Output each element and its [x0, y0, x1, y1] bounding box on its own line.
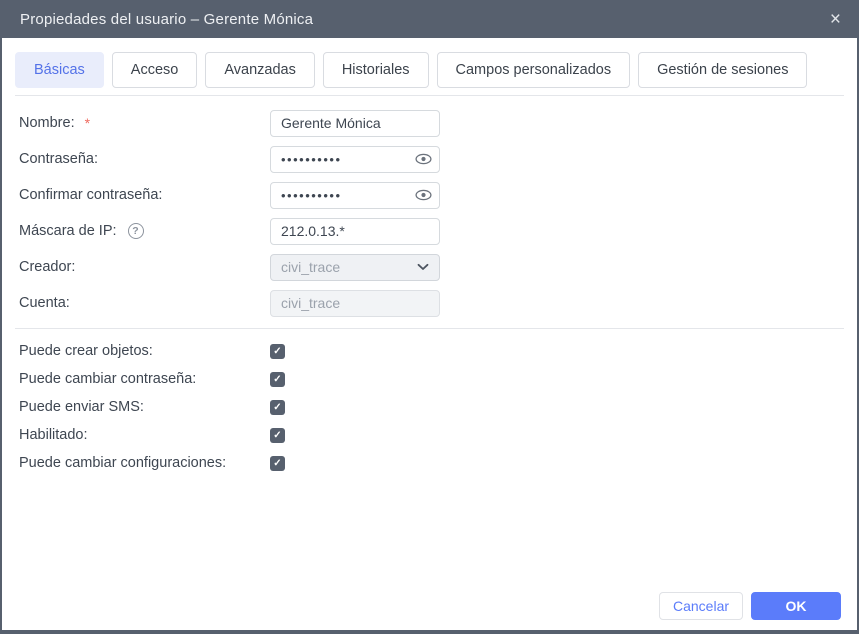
puede-cambiar-contrasena-label: Puede cambiar contraseña: [19, 371, 197, 387]
checkbox-row-puede-crear-objetos: Puede crear objetos: ✓ [19, 337, 840, 365]
checkbox-row-habilitado: Habilitado: ✓ [19, 421, 840, 449]
puede-crear-objetos-checkbox[interactable]: ✓ [270, 343, 285, 359]
field-row-contrasena: Contraseña: [19, 141, 840, 177]
tab-gestion-de-sesiones[interactable]: Gestión de sesiones [638, 52, 808, 88]
cuenta-input [270, 289, 440, 317]
cancel-button[interactable]: Cancelar [659, 592, 743, 620]
basic-form: Nombre: * Contraseña: Confirmar contras [2, 96, 857, 321]
user-properties-dialog: Propiedades del usuario – Gerente Mónica… [0, 0, 859, 634]
checkbox-row-puede-enviar-sms: Puede enviar SMS: ✓ [19, 393, 840, 421]
tab-avanzadas[interactable]: Avanzadas [205, 52, 315, 88]
field-row-confirmar-contrasena: Confirmar contraseña: [19, 177, 840, 213]
puede-enviar-sms-checkbox[interactable]: ✓ [270, 399, 285, 415]
tab-bar: Básicas Acceso Avanzadas Historiales Cam… [15, 52, 844, 88]
eye-icon[interactable] [414, 186, 432, 204]
tab-historiales[interactable]: Historiales [322, 52, 429, 88]
required-asterisk: * [84, 115, 91, 131]
mascara-ip-input[interactable] [270, 217, 440, 245]
puede-enviar-sms-label: Puede enviar SMS: [19, 399, 144, 415]
cuenta-label: Cuenta: [19, 295, 70, 311]
field-row-cuenta: Cuenta: [19, 285, 840, 321]
checkbox-row-puede-cambiar-configuraciones: Puede cambiar configuraciones: ✓ [19, 449, 840, 477]
puede-cambiar-contrasena-checkbox[interactable]: ✓ [270, 371, 285, 387]
chevron-down-icon [417, 263, 429, 271]
contrasena-label: Contraseña: [19, 151, 98, 167]
field-row-nombre: Nombre: * [19, 105, 840, 141]
puede-cambiar-configuraciones-checkbox[interactable]: ✓ [270, 455, 285, 471]
ok-button[interactable]: OK [751, 592, 841, 620]
eye-icon[interactable] [414, 150, 432, 168]
close-icon[interactable]: × [830, 10, 841, 29]
nombre-label: Nombre: * [19, 115, 91, 131]
checkbox-row-puede-cambiar-contrasena: Puede cambiar contraseña: ✓ [19, 365, 840, 393]
confirmar-contrasena-label: Confirmar contraseña: [19, 187, 163, 203]
nombre-input[interactable] [270, 109, 440, 137]
dialog-title: Propiedades del usuario – Gerente Mónica [20, 10, 314, 28]
tab-campos-personalizados[interactable]: Campos personalizados [436, 52, 631, 88]
permissions-section: Puede crear objetos: ✓ Puede cambiar con… [2, 329, 857, 477]
mascara-ip-label: Máscara de IP: ? [19, 223, 270, 239]
creador-selected-value: civi_trace [281, 259, 341, 275]
puede-crear-objetos-label: Puede crear objetos: [19, 343, 153, 359]
habilitado-label: Habilitado: [19, 427, 88, 443]
creador-select[interactable]: civi_trace [270, 253, 440, 281]
field-row-creador: Creador: civi_trace [19, 249, 840, 285]
puede-cambiar-configuraciones-label: Puede cambiar configuraciones: [19, 455, 227, 471]
dialog-footer: Cancelar OK [659, 592, 841, 620]
creador-label: Creador: [19, 259, 76, 275]
field-row-mascara-ip: Máscara de IP: ? [19, 213, 840, 249]
tab-acceso[interactable]: Acceso [111, 52, 198, 88]
habilitado-checkbox[interactable]: ✓ [270, 427, 285, 443]
dialog-titlebar: Propiedades del usuario – Gerente Mónica… [2, 0, 857, 38]
help-icon[interactable]: ? [127, 223, 144, 239]
tab-basicas[interactable]: Básicas [15, 52, 104, 88]
